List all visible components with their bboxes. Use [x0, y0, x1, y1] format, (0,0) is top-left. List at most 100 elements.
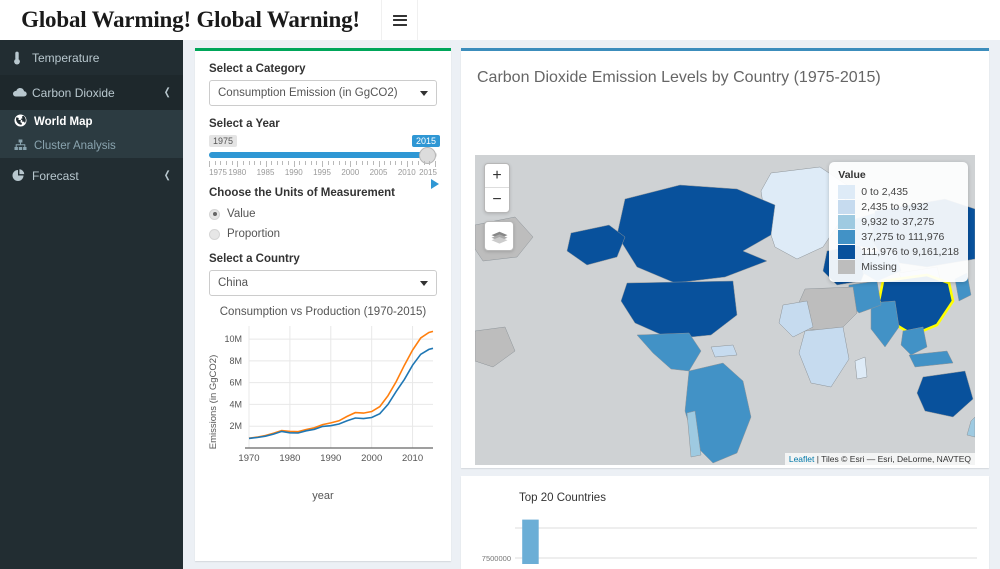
play-icon[interactable]	[431, 179, 439, 189]
chart-y-axis-label: Emissions (in GgCO2)	[208, 354, 219, 450]
map-country[interactable]	[566, 224, 626, 266]
sidebar-label: Forecast	[32, 168, 79, 183]
chart-title: Consumption vs Production (1970-2015)	[219, 306, 427, 318]
sidebar-submenu-carbon-dioxide: World Map Cluster Analysis	[0, 110, 183, 158]
content-area: Select a Category Consumption Emission (…	[183, 40, 1000, 569]
map-country[interactable]	[870, 300, 900, 348]
sitemap-icon	[14, 139, 34, 154]
zoom-out-button[interactable]: −	[485, 188, 509, 212]
map-country[interactable]	[710, 344, 738, 358]
map-country[interactable]	[908, 350, 954, 368]
chart-x-axis-label: year	[312, 490, 334, 502]
cloud-icon	[12, 87, 32, 98]
legend-label: Missing	[861, 260, 897, 273]
legend-label: 2,435 to 9,932	[861, 200, 929, 213]
slider-tick-label: 2015	[419, 168, 437, 177]
slider-scale-labels: 1975 1980 1985 1990 1995 2000 2005 2010 2015	[209, 168, 437, 180]
map-country[interactable]	[854, 356, 868, 380]
svg-text:1990: 1990	[320, 453, 341, 464]
svg-text:4M: 4M	[229, 399, 242, 409]
legend-swatch	[838, 244, 856, 259]
legend-entry: Missing	[838, 259, 959, 274]
svg-text:1970: 1970	[238, 453, 259, 464]
legend-swatch	[838, 184, 856, 199]
thermometer-icon	[12, 51, 32, 65]
pie-chart-icon	[12, 169, 32, 182]
legend-label: 0 to 2,435	[861, 185, 909, 198]
leaflet-link[interactable]: Leaflet	[789, 454, 815, 464]
map-zoom-control: + −	[484, 163, 510, 213]
map-country[interactable]	[900, 326, 928, 356]
country-select[interactable]: China	[209, 270, 437, 296]
legend-swatch	[838, 214, 856, 229]
units-radio-value[interactable]: Value	[209, 204, 437, 224]
map-country[interactable]	[966, 416, 975, 438]
sidebar-item-temperature[interactable]: Temperature	[0, 40, 183, 75]
slider-tick-label: 1980	[228, 168, 247, 177]
layers-icon[interactable]	[484, 221, 514, 251]
units-label: Choose the Units of Measurement	[209, 187, 395, 199]
sidebar: Temperature Carbon Dioxide ❮ World Map C…	[0, 40, 183, 569]
svg-text:2M: 2M	[229, 421, 242, 431]
globe-icon	[14, 114, 34, 130]
slider-tick-label: 1995	[313, 168, 331, 177]
legend-label: 37,275 to 111,976	[861, 230, 945, 243]
hamburger-icon[interactable]	[382, 0, 418, 40]
svg-text:1980: 1980	[279, 453, 300, 464]
map-country[interactable]	[636, 332, 702, 372]
legend-entries: 0 to 2,435 2,435 to 9,932 9,932 to 37,275 3…	[838, 184, 959, 274]
sidebar-item-carbon-dioxide[interactable]: Carbon Dioxide ❮	[0, 75, 183, 110]
top-countries-panel: Top 20 Countries 7500000	[461, 476, 989, 569]
sidebar-item-world-map[interactable]: World Map	[0, 110, 183, 134]
bar	[522, 519, 539, 569]
consumption-vs-production-chart: Consumption vs Production (1970-2015) Em…	[208, 306, 437, 502]
slider-tick-label: 2005	[369, 168, 388, 177]
map-country[interactable]	[798, 326, 850, 388]
legend-swatch	[838, 229, 856, 244]
units-option-label: Value	[227, 208, 256, 220]
units-option-label: Proportion	[227, 228, 281, 240]
slider-tick-label: 1985	[256, 168, 275, 177]
legend-entry: 37,275 to 111,976	[838, 229, 959, 244]
slider-tick-label: 2000	[341, 168, 360, 177]
slider-fill	[209, 152, 428, 158]
category-select-value: Consumption Emission (in GgCO2)	[218, 87, 398, 99]
svg-text:8M: 8M	[229, 356, 242, 366]
legend-entry: 0 to 2,435	[838, 184, 959, 199]
category-label: Select a Category	[209, 63, 306, 75]
sidebar-label: Cluster Analysis	[34, 140, 116, 152]
category-select[interactable]: Consumption Emission (in GgCO2)	[209, 80, 437, 106]
legend-title: Value	[838, 169, 866, 181]
legend-entry: 9,932 to 37,275	[838, 214, 959, 229]
sidebar-item-forecast[interactable]: Forecast ❮	[0, 158, 183, 193]
country-select-value: China	[218, 277, 249, 289]
sidebar-item-cluster-analysis[interactable]: Cluster Analysis	[0, 134, 183, 158]
chevron-left-icon: ❮	[163, 87, 171, 98]
sidebar-label: World Map	[34, 116, 93, 128]
world-map[interactable]: + − Value 0 to 2,435 2,435 to 9,932 9,932 …	[475, 155, 975, 465]
map-country[interactable]	[475, 326, 516, 368]
legend-swatch	[838, 259, 856, 274]
map-country[interactable]	[616, 184, 776, 284]
slider-tick-label: 2010	[397, 168, 416, 177]
map-attribution: Leaflet | Tiles © Esri — Esri, DeLorme, …	[784, 453, 975, 465]
svg-text:2010: 2010	[402, 453, 423, 464]
map-title: Carbon Dioxide Emission Levels by Countr…	[477, 69, 881, 86]
map-country[interactable]	[916, 370, 974, 418]
chevron-down-icon	[420, 90, 428, 96]
hamburger-bars	[392, 12, 407, 28]
map-country[interactable]	[620, 280, 738, 340]
zoom-in-button[interactable]: +	[485, 164, 509, 188]
sidebar-label: Temperature	[32, 50, 100, 65]
year-slider[interactable]: 1975 2015 1975 1980 1985 1990 1995 2000 2005 20…	[209, 135, 440, 189]
slider-tick-label: 1975	[209, 168, 227, 177]
slider-ticks	[209, 161, 437, 167]
year-max-bubble: 2015	[411, 135, 440, 147]
units-radio-proportion[interactable]: Proportion	[209, 224, 437, 244]
app-header: Global Warming! Global Warning!	[0, 0, 1000, 40]
app-title: Global Warming! Global Warning!	[0, 0, 382, 40]
controls-panel: Select a Category Consumption Emission (…	[195, 48, 451, 561]
chart-series-consumption	[248, 330, 434, 439]
radio-dot-icon	[209, 208, 220, 220]
svg-text:10M: 10M	[224, 334, 242, 344]
